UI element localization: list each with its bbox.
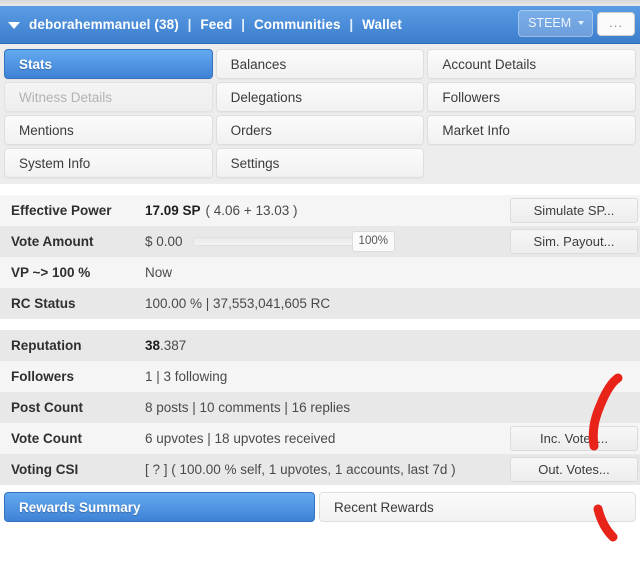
effective-power-breakdown: ( 4.06 + 13.03 ) [205, 203, 298, 218]
tab-grid-filler [427, 148, 636, 178]
table-row: Reputation 38 .387 [0, 330, 640, 361]
table-row: Voting CSI [ ? ] ( 100.00 % self, 1 upvo… [0, 454, 640, 485]
tab-rewards-summary[interactable]: Rewards Summary [4, 492, 315, 522]
row-label-post-count: Post Count [11, 400, 83, 415]
row-label-voting-csi: Voting CSI [11, 462, 79, 477]
table-row: Followers 1 | 3 following [0, 361, 640, 392]
section-divider-upper [0, 184, 640, 195]
reputation-decimal: .387 [160, 338, 187, 353]
steem-account-stats-window: deborahemmanuel (38) | Feed | Communitie… [0, 0, 640, 576]
table-row: Post Count 8 posts | 10 comments | 16 re… [0, 392, 640, 423]
row-label-followers: Followers [11, 369, 75, 384]
nav-link-wallet[interactable]: Wallet [362, 17, 402, 32]
row-value-rc-status: 100.00 % | 37,553,041,605 RC [145, 296, 331, 311]
nav-link-communities[interactable]: Communities [254, 17, 341, 32]
incoming-votes-button[interactable]: Inc. Votes... [510, 426, 638, 451]
row-label-effective-power: Effective Power [11, 203, 112, 218]
app-header-bar: deborahemmanuel (38) | Feed | Communitie… [0, 6, 640, 44]
header-username[interactable]: deborahemmanuel (38) [29, 17, 179, 32]
token-selector-button[interactable]: STEEM [518, 10, 594, 37]
nav-separator-3: | [349, 17, 354, 32]
vote-weight-slider[interactable]: 100% [192, 231, 395, 252]
account-activity-table: Reputation 38 .387 Followers 1 | 3 follo… [0, 330, 640, 485]
table-row: VP ~> 100 % Now [0, 257, 640, 288]
section-divider-lower [0, 319, 640, 330]
caret-down-icon [578, 21, 585, 25]
tab-mentions[interactable]: Mentions [4, 115, 213, 145]
header-nav: deborahemmanuel (38) | Feed | Communitie… [29, 17, 402, 32]
section-tab-grid: Stats Balances Account Details Witness D… [0, 44, 640, 184]
slider-track[interactable] [192, 237, 358, 246]
nav-link-feed[interactable]: Feed [200, 17, 232, 32]
tab-stats[interactable]: Stats [4, 49, 213, 79]
outgoing-votes-button[interactable]: Out. Votes... [510, 457, 638, 482]
effective-power-table: Effective Power 17.09 SP ( 4.06 + 13.03 … [0, 195, 640, 319]
row-value-post-count: 8 posts | 10 comments | 16 replies [145, 400, 351, 415]
sim-payout-button[interactable]: Sim. Payout... [510, 229, 638, 254]
row-label-vote-amount: Vote Amount [11, 234, 94, 249]
row-value-followers: 1 | 3 following [145, 369, 228, 384]
table-row: Vote Count 6 upvotes | 18 upvotes receiv… [0, 423, 640, 454]
tab-recent-rewards[interactable]: Recent Rewards [319, 492, 636, 522]
row-label-vp-recharge: VP ~> 100 % [11, 265, 91, 280]
tab-followers[interactable]: Followers [427, 82, 636, 112]
triangle-down-icon[interactable] [8, 21, 20, 29]
row-label-vote-count: Vote Count [11, 431, 82, 446]
slider-percent-label: 100% [351, 231, 395, 252]
nav-separator-1: | [187, 17, 192, 32]
table-row: Effective Power 17.09 SP ( 4.06 + 13.03 … [0, 195, 640, 226]
tab-account-details[interactable]: Account Details [427, 49, 636, 79]
rewards-tab-bar: Rewards Summary Recent Rewards [0, 485, 640, 522]
vote-amount-value: $ 0.00 [145, 234, 183, 249]
tab-system-info[interactable]: System Info [4, 148, 213, 178]
tab-delegations[interactable]: Delegations [215, 82, 425, 112]
table-row: Vote Amount $ 0.00 100% Sim. Payout... [0, 226, 640, 257]
tab-market-info[interactable]: Market Info [427, 115, 636, 145]
effective-power-amount: 17.09 SP [145, 203, 201, 218]
nav-separator-2: | [241, 17, 246, 32]
row-label-reputation: Reputation [11, 338, 82, 353]
tab-witness-details: Witness Details [4, 82, 213, 112]
row-value-vp-recharge: Now [145, 265, 173, 280]
tab-settings[interactable]: Settings [215, 148, 425, 178]
tab-balances[interactable]: Balances [215, 49, 425, 79]
token-selector-label: STEEM [528, 16, 572, 30]
row-value-reputation: 38 .387 [145, 330, 640, 361]
table-row: RC Status 100.00 % | 37,553,041,605 RC [0, 288, 640, 319]
simulate-sp-button[interactable]: Simulate SP... [510, 198, 638, 223]
row-label-rc-status: RC Status [11, 296, 76, 311]
tab-orders[interactable]: Orders [215, 115, 425, 145]
header-right-controls: STEEM ... [518, 10, 635, 37]
overflow-menu-button[interactable]: ... [597, 11, 635, 36]
reputation-integer: 38 [145, 338, 161, 353]
